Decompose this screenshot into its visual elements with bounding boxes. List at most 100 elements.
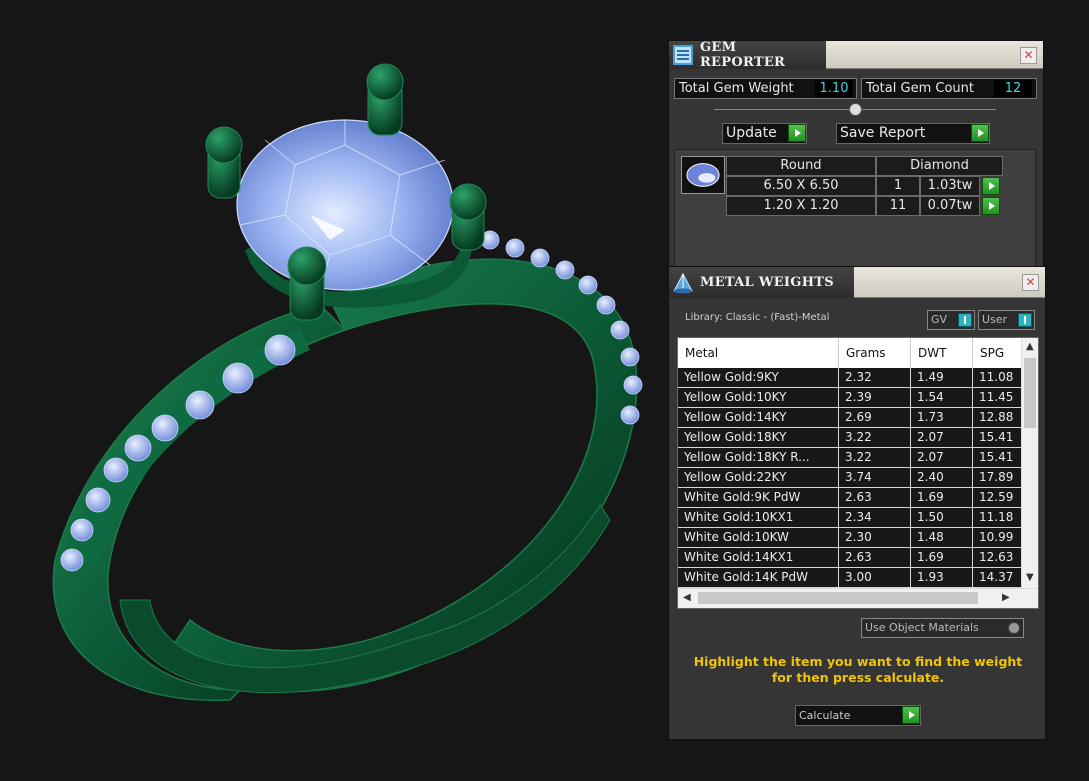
dwt-cell[interactable]: 1.93 xyxy=(911,568,973,588)
horizontal-scroll-thumb[interactable] xyxy=(698,592,978,604)
gem-reporter-tab[interactable]: GEM REPORTER xyxy=(669,40,826,70)
dwt-cell[interactable]: 1.69 xyxy=(911,488,973,508)
spg-cell[interactable]: 11.18 xyxy=(973,508,1023,528)
calculate-button[interactable]: Calculate xyxy=(795,705,921,726)
dwt-cell[interactable]: 1.54 xyxy=(911,388,973,408)
col-header-metal[interactable]: Metal xyxy=(678,338,839,368)
use-object-materials-toggle[interactable]: Use Object Materials xyxy=(861,618,1024,638)
dwt-cell[interactable]: 2.07 xyxy=(911,448,973,468)
metal-cell[interactable]: Yellow Gold:14KY xyxy=(678,408,839,428)
gem-thumbnail[interactable] xyxy=(681,156,725,194)
dwt-cell[interactable]: 1.73 xyxy=(911,408,973,428)
total-gem-count-label: Total Gem Count xyxy=(866,81,974,96)
gem-row-2-weight[interactable]: 0.07tw xyxy=(920,196,980,216)
metal-cell[interactable]: Yellow Gold:9KY xyxy=(678,368,839,388)
3d-viewport[interactable] xyxy=(0,0,660,781)
scroll-right-icon[interactable]: ▶ xyxy=(1002,592,1010,603)
gem-row-1-weight[interactable]: 1.03tw xyxy=(920,176,980,196)
grams-cell[interactable]: 2.63 xyxy=(839,488,911,508)
dwt-cell[interactable]: 2.40 xyxy=(911,468,973,488)
grams-cell[interactable]: 3.22 xyxy=(839,428,911,448)
metal-cell[interactable]: White Gold:9K PdW xyxy=(678,488,839,508)
scroll-up-icon[interactable]: ▲ xyxy=(1026,341,1034,352)
grams-cell[interactable]: 2.69 xyxy=(839,408,911,428)
user-label: User xyxy=(982,313,1008,326)
table-row[interactable]: White Gold:14KX1 2.63 1.69 12.63 xyxy=(678,548,1023,568)
metal-cell[interactable]: Yellow Gold:10KY xyxy=(678,388,839,408)
spg-cell[interactable]: 15.41 xyxy=(973,428,1023,448)
spg-cell[interactable]: 10.99 xyxy=(973,528,1023,548)
spg-cell[interactable]: 12.59 xyxy=(973,488,1023,508)
gem-row-2-size[interactable]: 1.20 X 1.20 xyxy=(726,196,876,216)
gem-row-2-play-button[interactable] xyxy=(982,197,1000,215)
metal-cell[interactable]: White Gold:10KX1 xyxy=(678,508,839,528)
update-button[interactable]: Update xyxy=(722,123,807,144)
total-gem-weight-field: Total Gem Weight 1.10 xyxy=(674,78,857,99)
dwt-cell[interactable]: 2.07 xyxy=(911,428,973,448)
spg-cell[interactable]: 12.63 xyxy=(973,548,1023,568)
grams-cell[interactable]: 2.32 xyxy=(839,368,911,388)
spg-cell[interactable]: 12.88 xyxy=(973,408,1023,428)
gv-toggle[interactable]: GV xyxy=(927,310,975,330)
ring-band-back xyxy=(169,258,638,693)
user-toggle[interactable]: User xyxy=(978,310,1035,330)
grams-cell[interactable]: 2.63 xyxy=(839,548,911,568)
table-row[interactable]: White Gold:10KW 2.30 1.48 10.99 xyxy=(678,528,1023,548)
table-row[interactable]: Yellow Gold:18KY R... 3.22 2.07 15.41 xyxy=(678,448,1023,468)
gem-row-1-size[interactable]: 6.50 X 6.50 xyxy=(726,176,876,196)
table-row[interactable]: White Gold:10KX1 2.34 1.50 11.18 xyxy=(678,508,1023,528)
metal-weights-title: METAL WEIGHTS xyxy=(700,275,834,290)
calculate-play-icon xyxy=(902,706,920,724)
metal-cell[interactable]: White Gold:14KX1 xyxy=(678,548,839,568)
splitter-handle[interactable] xyxy=(849,103,862,116)
metal-table[interactable]: Metal Grams DWT SPG Yellow Gold:9KY 2.32 1… xyxy=(677,337,1039,609)
table-row[interactable]: Yellow Gold:22KY 3.74 2.40 17.89 xyxy=(678,468,1023,488)
scroll-left-icon[interactable]: ◀ xyxy=(683,592,691,603)
report-icon xyxy=(672,45,693,65)
spg-cell[interactable]: 11.45 xyxy=(973,388,1023,408)
calculate-label: Calculate xyxy=(799,709,851,722)
table-row[interactable]: Yellow Gold:18KY 3.22 2.07 15.41 xyxy=(678,428,1023,448)
ring-shank xyxy=(119,504,611,694)
total-gem-count-value: 12 xyxy=(994,80,1032,97)
table-row[interactable]: Yellow Gold:14KY 2.69 1.73 12.88 xyxy=(678,408,1023,428)
metal-weights-close-button[interactable]: ✕ xyxy=(1022,274,1039,291)
gem-row-1-play-button[interactable] xyxy=(982,177,1000,195)
metal-cell[interactable]: Yellow Gold:18KY R... xyxy=(678,448,839,468)
horizontal-scrollbar[interactable]: ◀ ▶ xyxy=(678,588,1038,608)
grams-cell[interactable]: 2.34 xyxy=(839,508,911,528)
col-header-spg[interactable]: SPG xyxy=(973,338,1023,368)
col-header-grams[interactable]: Grams xyxy=(839,338,911,368)
grams-cell[interactable]: 2.30 xyxy=(839,528,911,548)
spg-cell[interactable]: 15.41 xyxy=(973,448,1023,468)
dwt-cell[interactable]: 1.69 xyxy=(911,548,973,568)
spg-cell[interactable]: 11.08 xyxy=(973,368,1023,388)
grams-cell[interactable]: 2.39 xyxy=(839,388,911,408)
gem-row-2-count[interactable]: 11 xyxy=(876,196,920,216)
col-header-dwt[interactable]: DWT xyxy=(911,338,973,368)
grams-cell[interactable]: 3.74 xyxy=(839,468,911,488)
table-row[interactable]: Yellow Gold:9KY 2.32 1.49 11.08 xyxy=(678,368,1023,388)
dwt-cell[interactable]: 1.48 xyxy=(911,528,973,548)
scroll-down-icon[interactable]: ▼ xyxy=(1026,572,1034,583)
table-row[interactable]: White Gold:9K PdW 2.63 1.69 12.59 xyxy=(678,488,1023,508)
gem-row-1-count[interactable]: 1 xyxy=(876,176,920,196)
gem-reporter-close-button[interactable]: ✕ xyxy=(1020,47,1037,64)
spg-cell[interactable]: 17.89 xyxy=(973,468,1023,488)
vertical-scrollbar[interactable]: ▲ ▼ xyxy=(1021,338,1038,590)
spg-cell[interactable]: 14.37 xyxy=(973,568,1023,588)
dwt-cell[interactable]: 1.49 xyxy=(911,368,973,388)
metal-cell[interactable]: Yellow Gold:22KY xyxy=(678,468,839,488)
metal-cell[interactable]: White Gold:14K PdW xyxy=(678,568,839,588)
table-row[interactable]: Yellow Gold:10KY 2.39 1.54 11.45 xyxy=(678,388,1023,408)
metal-weights-tab[interactable]: METAL WEIGHTS xyxy=(669,267,854,298)
grams-cell[interactable]: 3.00 xyxy=(839,568,911,588)
metal-cell[interactable]: Yellow Gold:18KY xyxy=(678,428,839,448)
dwt-cell[interactable]: 1.50 xyxy=(911,508,973,528)
metal-cell[interactable]: White Gold:10KW xyxy=(678,528,839,548)
save-report-button[interactable]: Save Report xyxy=(836,123,990,144)
vertical-scroll-thumb[interactable] xyxy=(1024,358,1036,428)
grams-cell[interactable]: 3.22 xyxy=(839,448,911,468)
gv-toggle-knob xyxy=(958,313,972,327)
table-row[interactable]: White Gold:14K PdW 3.00 1.93 14.37 xyxy=(678,568,1023,588)
